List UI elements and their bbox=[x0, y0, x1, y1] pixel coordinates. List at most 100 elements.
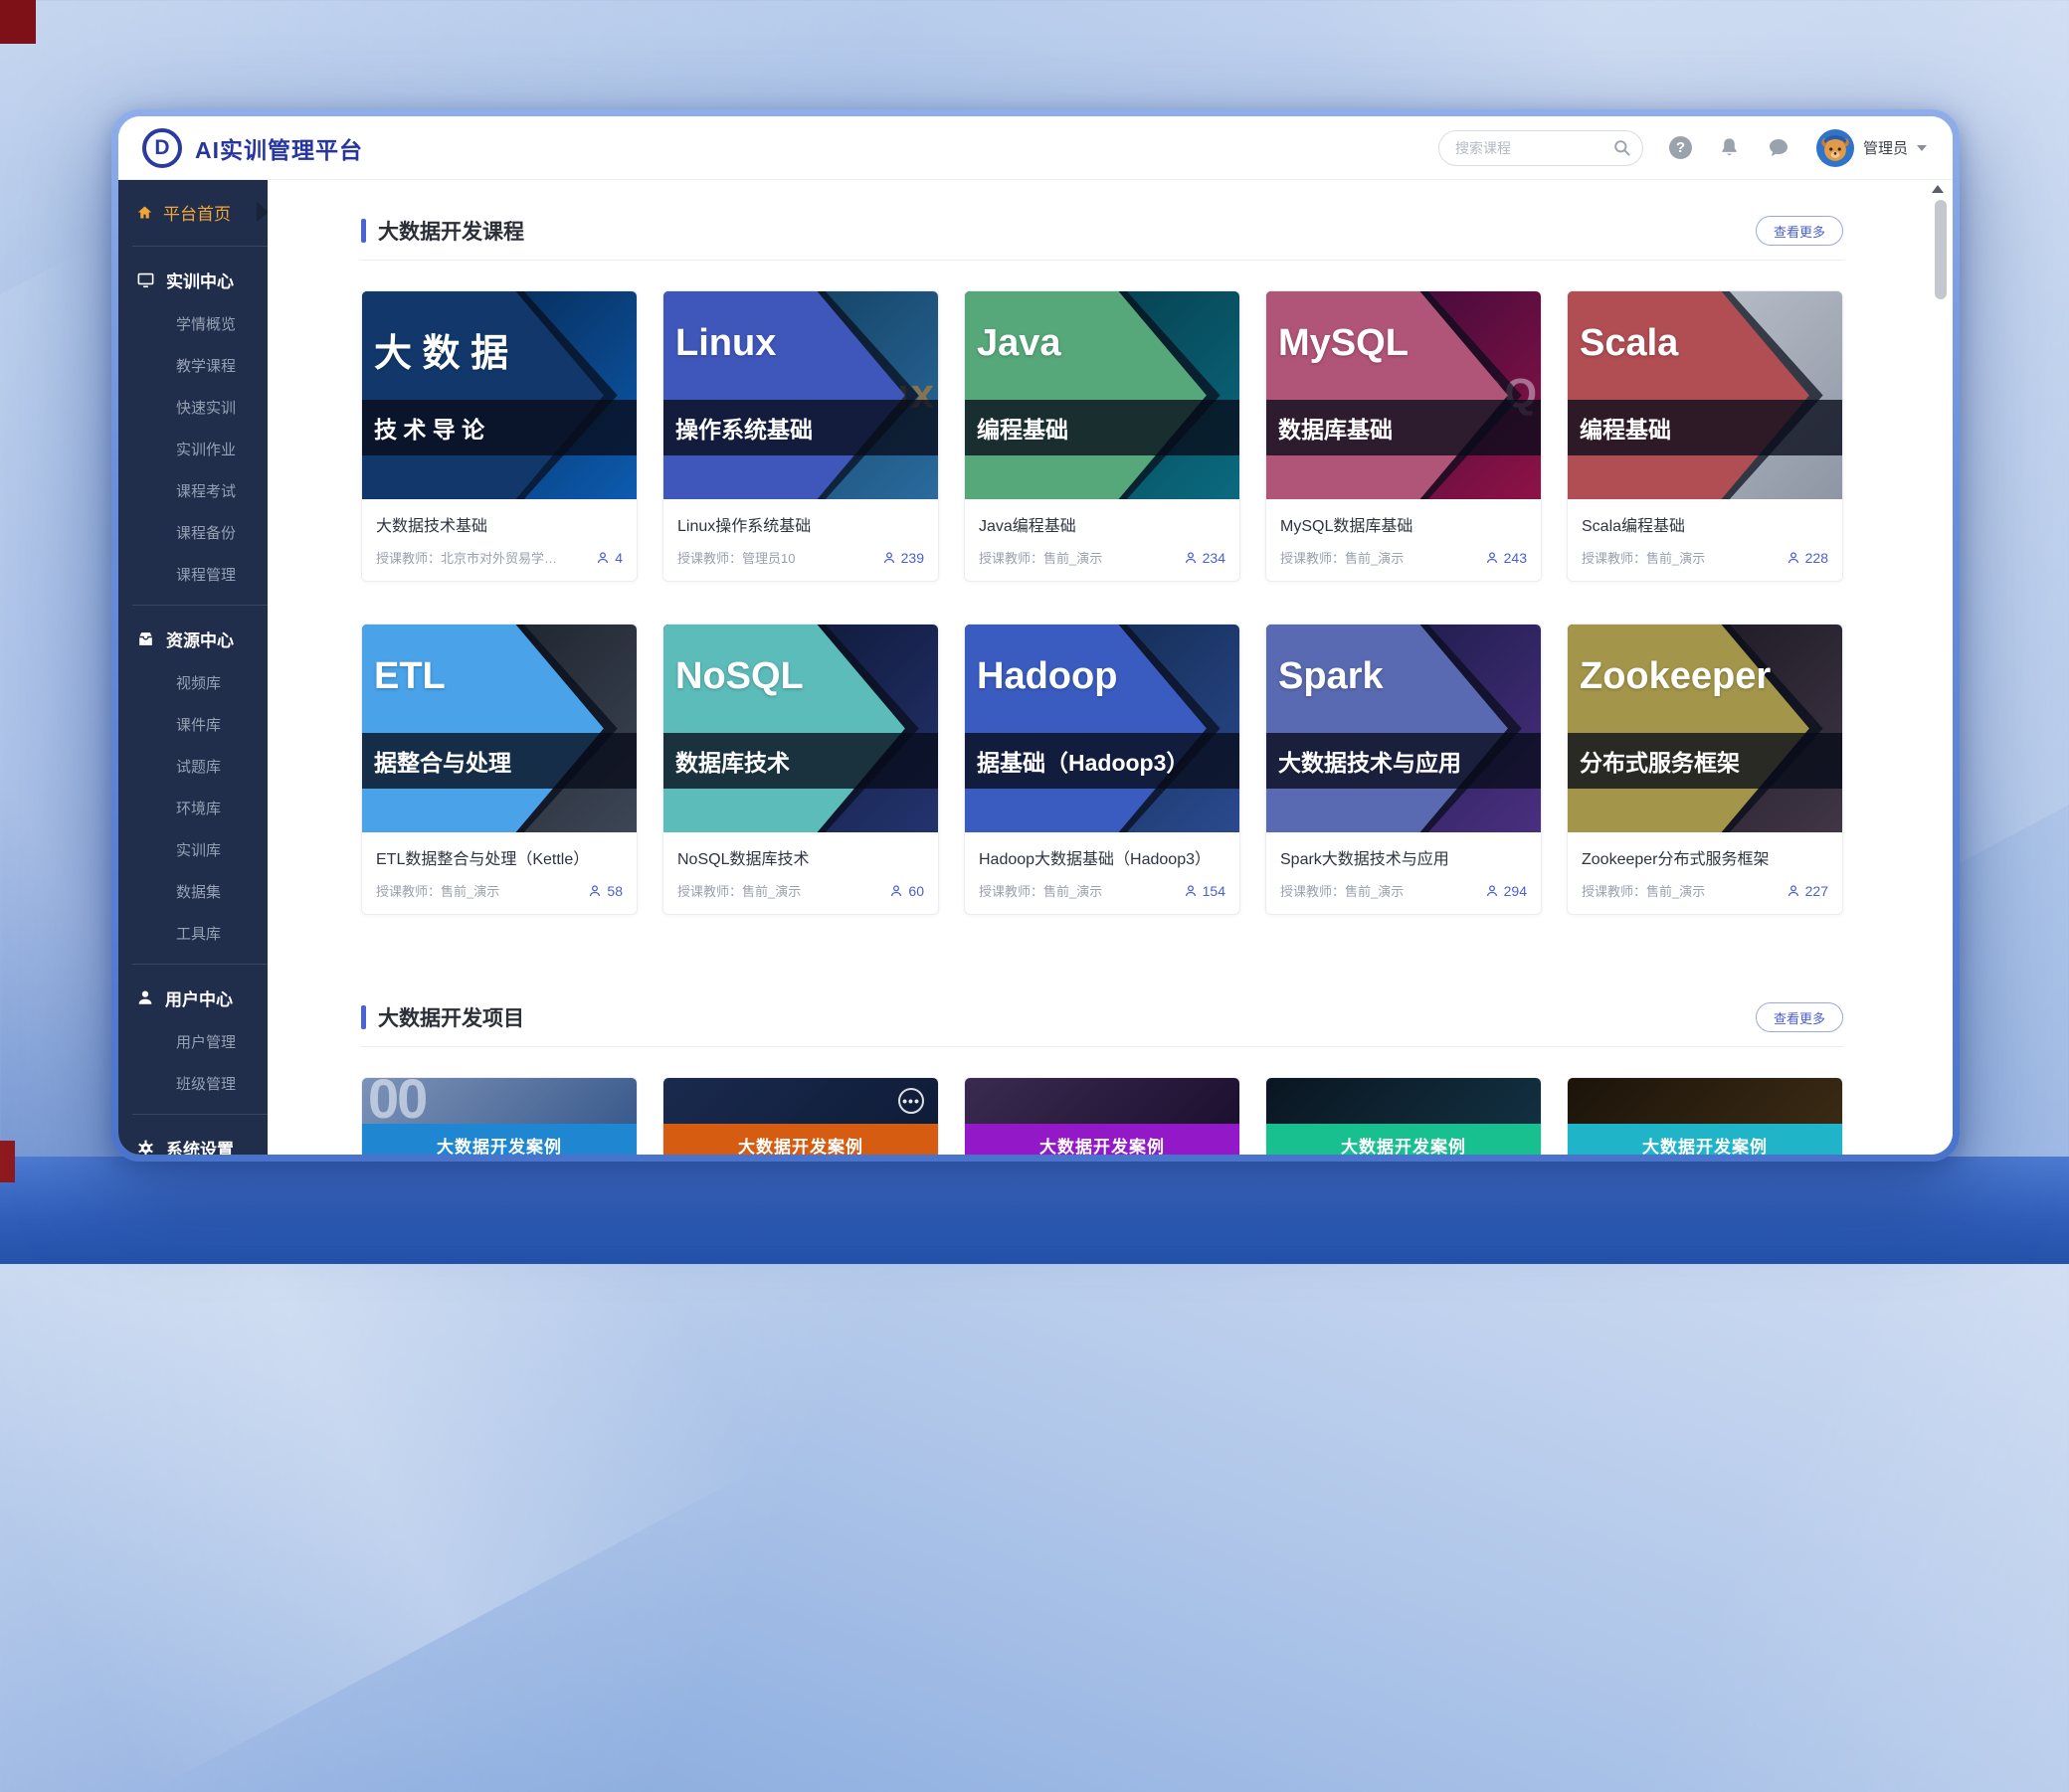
project-banner: 大数据开发案例 bbox=[663, 1124, 938, 1155]
scrollbar-up-arrow-icon[interactable] bbox=[1932, 185, 1944, 193]
sidebar-section-resource-center[interactable]: 资源中心 bbox=[118, 616, 268, 661]
course-title: Scala编程基础 bbox=[1582, 512, 1828, 536]
chat-icon[interactable] bbox=[1767, 136, 1790, 160]
course-title: Hadoop大数据基础（Hadoop3） bbox=[979, 845, 1225, 869]
project-cover: ••• bbox=[1266, 1078, 1541, 1124]
section-title: 大数据开发项目 bbox=[378, 1002, 524, 1032]
sidebar-item-label: 课程备份 bbox=[176, 522, 236, 543]
sidebar-item-label: 环境库 bbox=[176, 798, 221, 818]
cover-big-title: 大 数 据 bbox=[374, 322, 508, 377]
sidebar-item-label: 实训库 bbox=[176, 839, 221, 860]
sidebar-item-home[interactable]: 平台首页 bbox=[118, 188, 268, 236]
cover-big-title: Linux bbox=[675, 322, 776, 365]
course-card[interactable]: Hadoop 据基础（Hadoop3） Hadoop大数据基础（Hadoop3）… bbox=[964, 624, 1240, 915]
sidebar-item-label: 数据集 bbox=[176, 881, 221, 902]
person-icon bbox=[1184, 884, 1198, 898]
course-card[interactable]: Linux Linux 操作系统基础 Linux 操作系统基础 授课教师：管理员1… bbox=[662, 290, 939, 582]
sidebar-item[interactable]: 环境库 bbox=[118, 787, 268, 828]
view-more-button[interactable]: 查看更多 bbox=[1756, 1002, 1843, 1032]
sidebar-item[interactable]: 视频库 bbox=[118, 661, 268, 703]
sidebar-item-label: 试题库 bbox=[176, 756, 221, 777]
scrollbar-thumb[interactable] bbox=[1935, 200, 1947, 299]
sidebar-item[interactable]: 快速实训 bbox=[118, 386, 268, 428]
monitor-icon bbox=[136, 270, 155, 289]
project-card[interactable]: 00 ••• 大数据开发案例 bbox=[361, 1077, 638, 1155]
sidebar-section-label: 用户中心 bbox=[165, 986, 233, 1010]
sidebar-item[interactable]: 课程备份 bbox=[118, 511, 268, 553]
course-teacher: 授课教师：售前_演示 bbox=[1280, 881, 1404, 900]
course-title: Java编程基础 bbox=[979, 512, 1225, 536]
course-grid: 大 数 据 技 术 导 论 大数据技术基础 授课教师：北京市对外贸易学校教...… bbox=[361, 290, 1843, 915]
cover-subtitle: 操作系统基础 bbox=[675, 400, 813, 455]
user-icon bbox=[136, 988, 154, 1006]
person-icon bbox=[1787, 551, 1800, 565]
cover-big-title: Spark bbox=[1278, 655, 1384, 698]
sidebar-section-label: 系统设置 bbox=[166, 1136, 234, 1156]
project-card[interactable]: ••• 大数据开发案例 bbox=[1567, 1077, 1843, 1155]
sidebar-item[interactable]: 课件库 bbox=[118, 703, 268, 745]
cover-subtitle: 技 术 导 论 bbox=[374, 400, 484, 455]
enroll-count: 228 bbox=[1787, 550, 1828, 566]
enroll-count-value: 60 bbox=[908, 883, 924, 899]
sidebar-item-label: 快速实训 bbox=[176, 397, 236, 418]
sidebar-item[interactable]: 课程管理 bbox=[118, 553, 268, 595]
sidebar-item[interactable]: 数据集 bbox=[118, 870, 268, 912]
sidebar-item[interactable]: 工具库 bbox=[118, 912, 268, 954]
sidebar-item[interactable]: 试题库 bbox=[118, 745, 268, 787]
course-teacher: 授课教师：北京市对外贸易学校教... bbox=[376, 548, 563, 567]
sidebar-item[interactable]: 班级管理 bbox=[118, 1062, 268, 1104]
project-section: 大数据开发项目 查看更多 00 ••• 大数据开发案例 ••• 大数据开发案例 … bbox=[361, 915, 1843, 1155]
search-icon[interactable] bbox=[1612, 138, 1631, 157]
main-content: 大数据开发课程 查看更多 大 数 据 技 术 导 论 大数据技术基础 授课教师：… bbox=[268, 180, 1953, 1155]
course-cover: Spark 大数据技术与应用 bbox=[1266, 625, 1541, 832]
project-cover: 00 ••• bbox=[362, 1078, 637, 1124]
person-icon bbox=[1485, 551, 1499, 565]
course-card[interactable]: NoSQL 数据库技术 NoSQL数据库技术 授课教师：售前_演示 60 bbox=[662, 624, 939, 915]
sidebar-item-label: 视频库 bbox=[176, 672, 221, 693]
project-banner: 大数据开发案例 bbox=[1266, 1124, 1541, 1155]
course-title: Zookeeper分布式服务框架 bbox=[1582, 845, 1828, 869]
sidebar-item[interactable]: 用户管理 bbox=[118, 1020, 268, 1062]
sidebar-item[interactable]: 学情概览 bbox=[118, 302, 268, 344]
sidebar-item[interactable]: 教学课程 bbox=[118, 344, 268, 386]
sidebar-item-label: 平台首页 bbox=[163, 200, 231, 225]
course-title: Spark大数据技术与应用 bbox=[1280, 845, 1527, 869]
course-teacher: 授课教师：售前_演示 bbox=[677, 881, 801, 900]
enroll-count-value: 243 bbox=[1504, 550, 1527, 566]
project-card[interactable]: ••• 大数据开发案例 bbox=[1265, 1077, 1542, 1155]
sidebar-section-system-settings[interactable]: 系统设置 bbox=[118, 1125, 268, 1155]
section-accent-bar bbox=[361, 219, 366, 243]
user-menu[interactable]: 管理员 bbox=[1816, 129, 1927, 167]
enroll-count-value: 228 bbox=[1805, 550, 1828, 566]
enroll-count-value: 4 bbox=[615, 550, 623, 566]
course-card[interactable]: ETL 据整合与处理 ETL数据整合与处理（Kettle） 授课教师：售前_演示… bbox=[361, 624, 638, 915]
project-card[interactable]: ••• 大数据开发案例 bbox=[964, 1077, 1240, 1155]
person-icon bbox=[596, 551, 610, 565]
sidebar-section-training-center[interactable]: 实训中心 bbox=[118, 257, 268, 302]
bell-icon[interactable] bbox=[1718, 136, 1741, 159]
course-card[interactable]: 大 数 据 技 术 导 论 大数据技术基础 授课教师：北京市对外贸易学校教...… bbox=[361, 290, 638, 582]
sidebar-item[interactable]: 课程考试 bbox=[118, 469, 268, 511]
sidebar-item-label: 实训作业 bbox=[176, 439, 236, 459]
course-title: 大数据技术基础 bbox=[376, 512, 623, 536]
course-card[interactable]: Zookeeper 分布式服务框架 Zookeeper分布式服务框架 授课教师：… bbox=[1567, 624, 1843, 915]
sidebar-item-label: 用户管理 bbox=[176, 1031, 236, 1052]
sidebar-item[interactable]: 实训作业 bbox=[118, 428, 268, 469]
course-card[interactable]: MySQ MySQL 数据库基础 MySQL数据库基础 授课教师：售前_演示 2… bbox=[1265, 290, 1542, 582]
course-teacher: 授课教师：售前_演示 bbox=[1280, 548, 1404, 567]
sidebar-section-user-center[interactable]: 用户中心 bbox=[118, 975, 268, 1020]
help-icon[interactable]: ? bbox=[1669, 136, 1692, 159]
enroll-count: 227 bbox=[1787, 883, 1828, 899]
view-more-button[interactable]: 查看更多 bbox=[1756, 216, 1843, 246]
course-teacher: 授课教师：管理员10 bbox=[677, 548, 795, 567]
project-card[interactable]: ••• 大数据开发案例 bbox=[662, 1077, 939, 1155]
course-cover: Linux Linux 操作系统基础 bbox=[663, 291, 938, 499]
course-card[interactable]: Java 编程基础 Java编程基础 授课教师：售前_演示 234 bbox=[964, 290, 1240, 582]
person-icon bbox=[889, 884, 903, 898]
cover-subtitle: 据整合与处理 bbox=[374, 733, 511, 789]
wallpaper-artifact bbox=[0, 0, 36, 44]
enroll-count: 239 bbox=[882, 550, 924, 566]
course-card[interactable]: Scala 编程基础 Scala编程基础 授课教师：售前_演示 228 bbox=[1567, 290, 1843, 582]
sidebar-item[interactable]: 实训库 bbox=[118, 828, 268, 870]
course-card[interactable]: Spark 大数据技术与应用 Spark大数据技术与应用 授课教师：售前_演示 … bbox=[1265, 624, 1542, 915]
